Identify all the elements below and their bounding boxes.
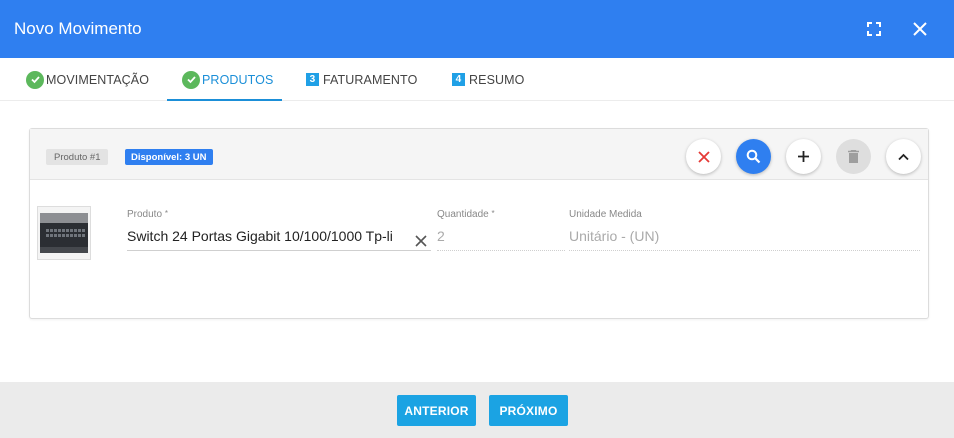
unit-field: Unidade Medida Unitário - (UN) — [569, 209, 920, 251]
search-product-button[interactable] — [736, 139, 771, 174]
close-icon — [415, 235, 427, 247]
tab-label: MOVIMENTAÇÃO — [46, 72, 150, 87]
check-icon — [182, 70, 200, 89]
product-card: Produto #1 Disponível: 3 UN Produto * Sw… — [29, 128, 929, 319]
clear-product-button[interactable] — [686, 139, 721, 174]
quantity-field-label: Quantidade * — [437, 209, 495, 220]
tab-faturamento[interactable]: 3 FATURAMENTO — [306, 58, 417, 101]
quantity-input[interactable]: 2 — [437, 228, 565, 251]
previous-button[interactable]: ANTERIOR — [397, 395, 476, 426]
tab-label: FATURAMENTO — [323, 72, 418, 87]
trash-icon — [848, 150, 859, 163]
add-product-button[interactable] — [786, 139, 821, 174]
fullscreen-button[interactable] — [862, 17, 886, 41]
tab-resumo[interactable]: 4 RESUMO — [452, 58, 524, 101]
dialog-title: Novo Movimento — [14, 19, 142, 38]
search-icon — [746, 149, 761, 164]
close-icon — [913, 22, 927, 36]
product-number-chip: Produto #1 — [46, 149, 109, 165]
delete-product-button[interactable] — [836, 139, 871, 174]
step-number-badge: 3 — [306, 73, 319, 86]
dialog-header: Novo Movimento — [0, 0, 954, 58]
availability-badge: Disponível: 3 UN — [125, 149, 213, 165]
fullscreen-icon — [867, 22, 881, 36]
wizard-tabs: MOVIMENTAÇÃO PRODUTOS 3 FATURAMENTO 4 RE… — [0, 58, 954, 101]
tab-movimentacao[interactable]: MOVIMENTAÇÃO — [26, 58, 149, 101]
product-field-label: Produto * — [127, 209, 168, 220]
step-number-badge: 4 — [452, 73, 465, 86]
tab-label: PRODUTOS — [202, 72, 274, 87]
product-card-header: Produto #1 Disponível: 3 UN — [30, 129, 928, 180]
chevron-up-icon — [898, 153, 909, 160]
next-button[interactable]: PRÓXIMO — [489, 395, 568, 426]
collapse-card-button[interactable] — [886, 139, 921, 174]
product-input[interactable]: Switch 24 Portas Gigabit 10/100/1000 Tp-… — [127, 228, 431, 251]
product-thumbnail — [37, 206, 91, 260]
tab-label: RESUMO — [469, 72, 525, 87]
quantity-field[interactable]: Quantidade * 2 — [437, 209, 565, 251]
network-switch-image — [38, 207, 90, 259]
product-field[interactable]: Produto * Switch 24 Portas Gigabit 10/10… — [127, 209, 431, 251]
dialog-footer: ANTERIOR PRÓXIMO — [0, 382, 954, 438]
active-tab-indicator — [167, 99, 282, 101]
close-button[interactable] — [908, 17, 932, 41]
check-icon — [26, 70, 44, 89]
unit-value: Unitário - (UN) — [569, 228, 920, 251]
clear-product-input-button[interactable] — [415, 234, 427, 252]
add-icon — [798, 151, 809, 162]
unit-field-label: Unidade Medida — [569, 209, 642, 220]
tab-produtos[interactable]: PRODUTOS — [167, 58, 282, 101]
clear-icon — [697, 150, 710, 163]
